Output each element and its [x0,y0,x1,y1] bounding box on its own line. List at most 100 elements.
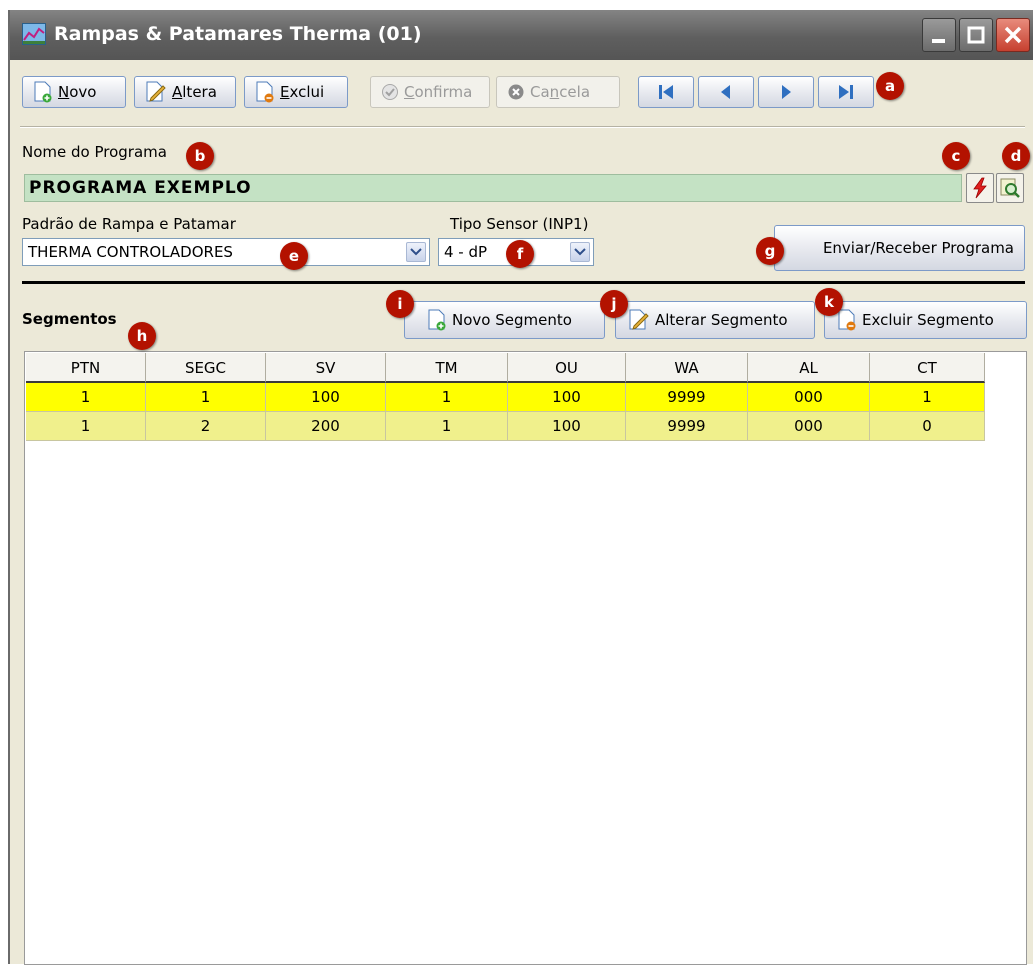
column-header-ou[interactable]: OU [508,353,626,383]
edit-document-icon [629,309,649,330]
badge-k: k [815,288,843,316]
new-segment-label: Novo Segmento [452,311,572,329]
delete-segment-button[interactable]: Excluir Segmento [824,301,1027,339]
badge-f: f [506,240,534,268]
chevron-down-icon [410,248,422,256]
first-record-button[interactable] [638,76,694,108]
new-document-icon [428,309,446,331]
table-cell: 100 [508,412,626,441]
badge-g: g [756,237,784,265]
cancela-label: cela [559,83,591,101]
column-header-ptn[interactable]: PTN [26,353,146,383]
table-cell: 000 [748,383,870,412]
exclui-button[interactable]: Exclui [244,76,348,108]
table-cell: 1 [386,383,508,412]
send-receive-program-button[interactable]: Enviar/Receber Programa [774,225,1025,271]
pattern-select[interactable]: THERMA CONTROLADORES [22,238,430,266]
pattern-label: Padrão de Rampa e Patamar [22,215,236,233]
novo-label: ovo [69,83,97,101]
column-header-al[interactable]: AL [748,353,870,383]
edit-segment-label: Alterar Segmento [655,311,788,329]
search-icon [1000,178,1020,198]
delete-segment-label: Excluir Segmento [862,311,994,329]
title-bar[interactable]: Rampas & Patamares Therma (01) [10,10,1033,60]
window-title: Rampas & Patamares Therma (01) [54,23,422,45]
chart-icon [22,23,46,45]
table-cell: 1 [146,383,266,412]
badge-b: b [186,142,214,170]
table-cell: 2 [146,412,266,441]
previous-record-icon [721,85,730,99]
first-record-icon [659,85,673,99]
altera-button[interactable]: Altera [134,76,236,108]
column-header-segc[interactable]: SEGC [146,353,266,383]
program-window: Rampas & Patamares Therma (01) Novo Alte… [8,10,1033,965]
pattern-dropdown-button[interactable] [406,242,426,262]
cancela-button[interactable]: Cancela [496,76,620,108]
table-cell: 1 [870,383,985,412]
table-row[interactable]: 1 2 200 1 100 9999 000 0 [26,412,985,441]
column-header-sv[interactable]: SV [266,353,386,383]
table-cell: 9999 [626,383,748,412]
table-cell: 1 [26,383,146,412]
column-header-wa[interactable]: WA [626,353,748,383]
cancela-label-prefix: Ca [530,83,550,101]
cancel-circle-icon [508,84,524,100]
badge-d: d [1002,142,1030,170]
novo-button[interactable]: Novo [22,76,126,108]
table-cell: 1 [386,412,508,441]
table-cell: 000 [748,412,870,441]
search-program-button[interactable] [996,173,1024,203]
confirma-label-hotkey: C [404,83,415,101]
minimize-button[interactable] [922,18,956,52]
pattern-value: THERMA CONTROLADORES [28,243,233,261]
section-divider [22,281,1025,284]
new-document-icon [34,81,52,103]
badge-a: a [876,72,904,100]
new-segment-button[interactable]: Novo Segmento [404,301,605,339]
novo-label-hotkey: N [58,83,70,101]
program-name-label: Nome do Programa [22,143,167,161]
altera-label: ltera [182,83,217,101]
transmit-button[interactable] [966,173,994,203]
table-row[interactable]: 1 1 100 1 100 9999 000 1 [26,383,985,412]
exclui-label: xclui [289,83,325,101]
table-cell: 9999 [626,412,748,441]
delete-document-icon [256,81,274,103]
badge-c: c [942,142,970,170]
program-name-field[interactable]: PROGRAMA EXEMPLO [24,174,962,202]
column-header-tm[interactable]: TM [386,353,508,383]
badge-j: j [600,290,628,318]
badge-e: e [280,242,308,270]
sensor-label: Tipo Sensor (INP1) [450,215,589,233]
previous-record-button[interactable] [698,76,754,108]
badge-i: i [386,290,414,318]
column-header-ct[interactable]: CT [870,353,985,383]
segments-grid[interactable]: PTN SEGC SV TM OU WA AL CT 1 1 100 1 100 9999 000 1 1 2 2… [24,351,1027,965]
confirma-button[interactable]: Confirma [370,76,490,108]
toolbar-separator [20,126,1025,128]
segments-title: Segmentos [22,310,117,328]
send-receive-label: Enviar/Receber Programa [822,239,1014,257]
confirma-label: onfirma [414,83,473,101]
next-record-icon [782,85,791,99]
edit-document-icon [146,81,166,102]
delete-document-icon [838,309,856,331]
last-record-icon [839,85,853,99]
table-cell: 100 [508,383,626,412]
maximize-button[interactable] [959,18,993,52]
sensor-value: 4 - dP [444,243,488,261]
table-cell: 0 [870,412,985,441]
edit-segment-button[interactable]: Alterar Segmento [615,301,815,339]
altera-label-hotkey: A [172,83,183,101]
last-record-button[interactable] [818,76,874,108]
sensor-dropdown-button[interactable] [570,242,590,262]
table-cell: 200 [266,412,386,441]
chevron-down-icon [574,248,586,256]
table-cell: 1 [26,412,146,441]
badge-h: h [128,322,156,350]
lightning-icon [973,177,987,199]
close-button[interactable] [996,18,1030,52]
next-record-button[interactable] [758,76,814,108]
check-circle-icon [382,84,398,100]
